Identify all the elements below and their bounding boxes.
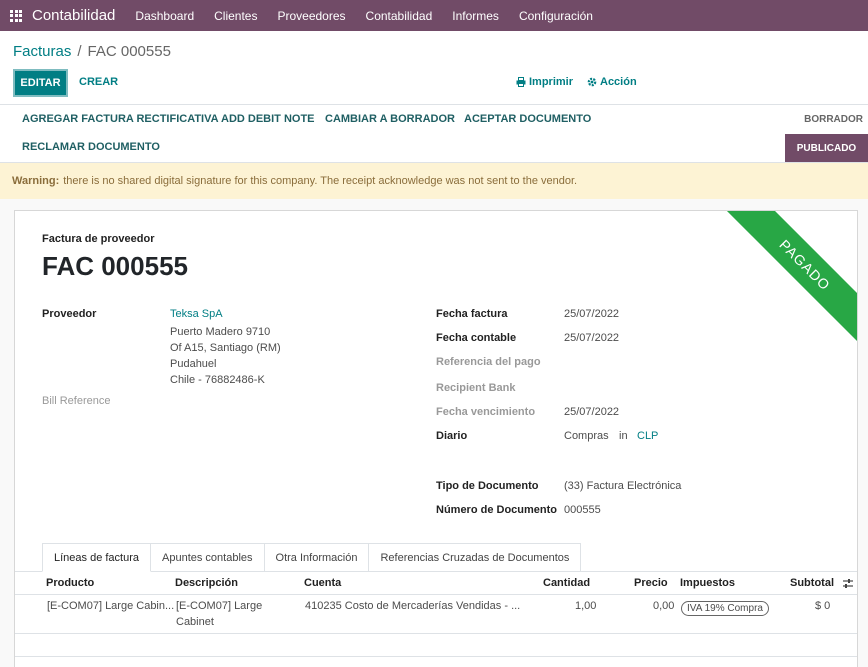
edit-button[interactable]: EDITAR xyxy=(13,69,68,97)
table-empty-row[interactable] xyxy=(15,634,857,657)
action-label: Acción xyxy=(600,76,637,88)
column-header-description[interactable]: Descripción xyxy=(175,577,238,589)
control-panel: Facturas / FAC 000555 EDITAR CREAR Impri… xyxy=(0,31,868,105)
notebook-tabs: Líneas de factura Apuntes contables Otra… xyxy=(42,543,582,572)
cell-description: [E-COM07] Large xyxy=(176,600,263,612)
invoice-date-value: 25/07/2022 xyxy=(564,308,620,320)
tab-cross-references[interactable]: Referencias Cruzadas de Documentos xyxy=(368,543,582,572)
document-number-value: 000555 xyxy=(564,504,601,516)
column-header-subtotal[interactable]: Subtotal xyxy=(790,577,834,589)
cell-product: [E-COM07] Large Cabin... xyxy=(47,600,175,612)
warning-alert: Warning: there is no shared digital sign… xyxy=(0,163,868,199)
recipient-bank-label: Recipient Bank xyxy=(436,382,516,394)
add-credit-note-button[interactable]: AGREGAR FACTURA RECTIFICATIVA xyxy=(22,113,219,125)
document-kind-label: Tipo de Documento xyxy=(436,480,539,492)
column-header-product[interactable]: Producto xyxy=(46,577,94,589)
paid-ribbon: PAGADO xyxy=(715,211,857,355)
document-number-title: FAC 000555 xyxy=(42,251,188,281)
vendor-address-line: Pudahuel xyxy=(170,358,217,370)
cell-description: Cabinet xyxy=(176,616,214,628)
create-button[interactable]: CREAR xyxy=(79,76,118,88)
bill-reference-label: Bill Reference xyxy=(42,395,111,407)
apps-grid-icon[interactable] xyxy=(10,9,22,22)
breadcrumb-separator: / xyxy=(77,43,82,60)
action-button[interactable]: Acción xyxy=(587,76,637,88)
vendor-address-line: Chile - 76882486-K xyxy=(170,374,265,386)
cell-subtotal: $ 0 xyxy=(815,600,831,612)
vendor-name-link[interactable]: Teksa SpA xyxy=(170,308,223,320)
app-brand[interactable]: Contabilidad xyxy=(32,7,115,24)
journal-in-text: in xyxy=(619,430,628,442)
menu-contabilidad[interactable]: Contabilidad xyxy=(356,9,443,23)
column-header-price[interactable]: Precio xyxy=(634,577,668,589)
print-button[interactable]: Imprimir xyxy=(516,76,573,88)
accounting-date-label: Fecha contable xyxy=(436,332,517,344)
add-debit-note-button[interactable]: ADD DEBIT NOTE xyxy=(221,113,315,125)
tab-other-info[interactable]: Otra Información xyxy=(263,543,370,572)
table-row[interactable]: [E-COM07] Large Cabin... [E-COM07] Large… xyxy=(15,595,857,634)
accounting-date-value: 25/07/2022 xyxy=(564,332,620,344)
top-navbar: Contabilidad Dashboard Clientes Proveedo… xyxy=(0,0,868,31)
invoice-lines-table: Producto Descripción Cuenta Cantidad Pre… xyxy=(15,571,857,657)
tab-journal-items[interactable]: Apuntes contables xyxy=(150,543,265,572)
gear-icon xyxy=(587,77,597,87)
stage-draft[interactable]: BORRADOR xyxy=(804,114,863,125)
cell-price: 0,00 xyxy=(653,600,675,612)
claim-document-button[interactable]: RECLAMAR DOCUMENTO xyxy=(22,141,160,153)
menu-clientes[interactable]: Clientes xyxy=(204,9,267,23)
cell-quantity: 1,00 xyxy=(575,600,597,612)
reset-to-draft-button[interactable]: CAMBIAR A BORRADOR xyxy=(325,113,455,125)
tab-invoice-lines[interactable]: Líneas de factura xyxy=(42,543,152,572)
breadcrumb-current: FAC 000555 xyxy=(87,43,171,60)
menu-configuracion[interactable]: Configuración xyxy=(509,9,603,23)
print-icon xyxy=(516,77,526,87)
menu-informes[interactable]: Informes xyxy=(442,9,509,23)
statusbar: AGREGAR FACTURA RECTIFICATIVA ADD DEBIT … xyxy=(0,105,868,163)
column-header-taxes[interactable]: Impuestos xyxy=(680,577,735,589)
document-kind-value: (33) Factura Electrónica xyxy=(564,480,682,492)
stage-posted[interactable]: PUBLICADO xyxy=(785,134,868,162)
invoice-date-label: Fecha factura xyxy=(436,308,508,320)
form-sheet: PAGADO Factura de proveedor FAC 000555 P… xyxy=(14,210,858,667)
payment-reference-label: Referencia del pago xyxy=(436,356,541,368)
due-date-value: 25/07/2022 xyxy=(564,406,620,418)
column-header-quantity[interactable]: Cantidad xyxy=(543,577,590,589)
due-date-label: Fecha vencimiento xyxy=(436,406,536,418)
document-type-label: Factura de proveedor xyxy=(42,233,155,245)
alert-title: Warning: xyxy=(12,175,60,187)
vendor-address-line: Of A15, Santiago (RM) xyxy=(170,342,281,354)
column-header-account[interactable]: Cuenta xyxy=(304,577,341,589)
journal-label: Diario xyxy=(436,430,468,442)
alert-text: there is no shared digital signature for… xyxy=(63,175,578,187)
menu-proveedores[interactable]: Proveedores xyxy=(267,9,355,23)
print-label: Imprimir xyxy=(529,76,574,88)
vendor-label: Proveedor xyxy=(42,308,97,320)
accept-document-button[interactable]: ACEPTAR DOCUMENTO xyxy=(464,113,591,125)
column-settings-icon[interactable] xyxy=(842,578,854,589)
currency-link[interactable]: CLP xyxy=(637,430,658,442)
table-header: Producto Descripción Cuenta Cantidad Pre… xyxy=(15,571,857,595)
vendor-address-line: Puerto Madero 9710 xyxy=(170,326,271,338)
tax-badge: IVA 19% Compra xyxy=(681,601,769,616)
menu-dashboard[interactable]: Dashboard xyxy=(125,9,204,23)
cell-account: 410235 Costo de Mercaderías Vendidas - .… xyxy=(305,600,521,612)
breadcrumb-facturas[interactable]: Facturas xyxy=(13,43,71,60)
journal-value: Compras xyxy=(564,430,609,442)
breadcrumb: Facturas / FAC 000555 xyxy=(13,43,171,60)
document-number-label: Número de Documento xyxy=(436,504,558,516)
